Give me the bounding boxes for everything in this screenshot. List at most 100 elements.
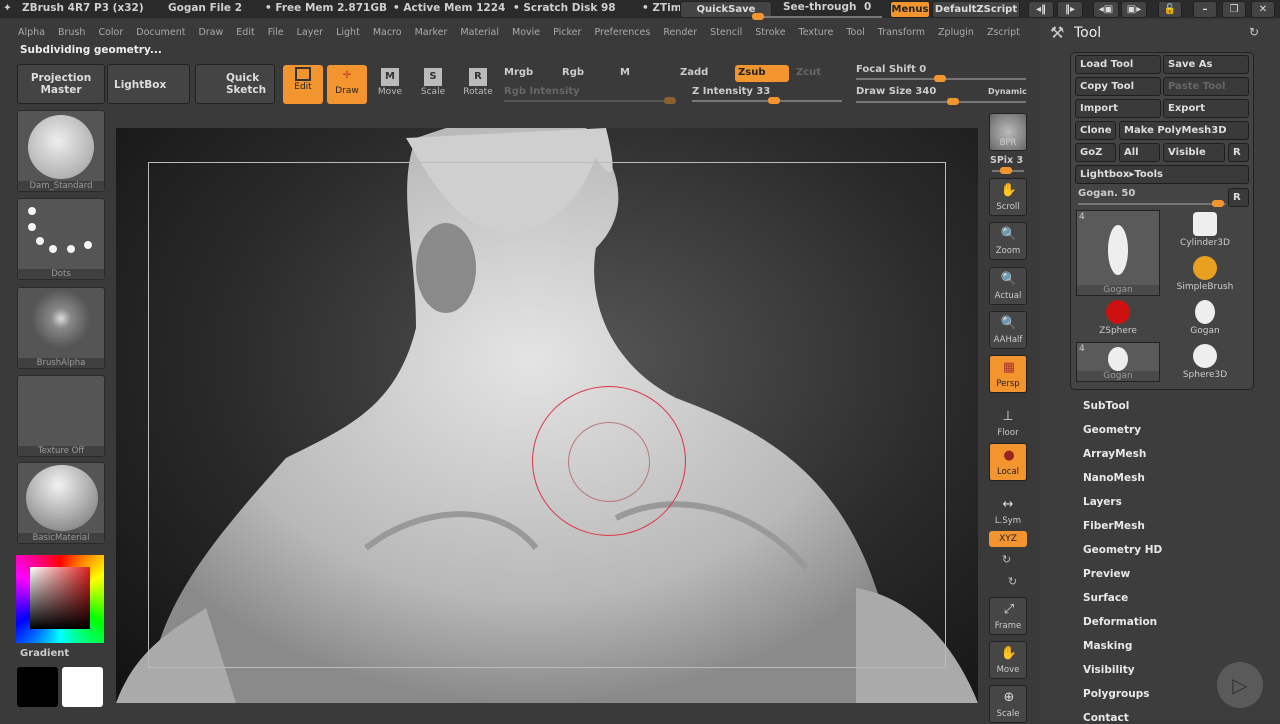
menu-preferences[interactable]: Preferences	[594, 24, 650, 42]
brush-selector[interactable]: Dam_Standard	[17, 110, 105, 192]
tool-thumb-gogan[interactable]: 4 Gogan	[1076, 342, 1160, 382]
secondary-color-swatch[interactable]	[17, 667, 58, 707]
alpha-selector[interactable]: BrushAlpha	[17, 287, 105, 369]
restore-icon[interactable]: ❐	[1222, 1, 1246, 18]
zcut-button[interactable]: Zcut	[796, 67, 821, 78]
close-icon[interactable]: ✕	[1251, 1, 1275, 18]
load-tool-button[interactable]: Load Tool	[1075, 55, 1161, 74]
mrgb-button[interactable]: Mrgb	[504, 67, 533, 78]
color-picker[interactable]	[16, 555, 104, 643]
subpalette-contact[interactable]: Contact	[1083, 712, 1129, 724]
move-view-button[interactable]: ✋ Move	[989, 641, 1027, 679]
refresh-icon[interactable]: ↻	[1249, 25, 1259, 39]
default-zscript-button[interactable]: DefaultZScript	[932, 1, 1020, 18]
menu-render[interactable]: Render	[663, 24, 697, 42]
menu-texture[interactable]: Texture	[799, 24, 834, 42]
subpalette-geometry[interactable]: Geometry	[1083, 424, 1141, 436]
menu-zplugin[interactable]: Zplugin	[938, 24, 974, 42]
spix-slider[interactable]	[992, 167, 1024, 174]
move-button[interactable]: M Move	[370, 66, 410, 104]
lightbox-button[interactable]: LightBox	[107, 64, 190, 104]
menu-alpha[interactable]: Alpha	[18, 24, 45, 42]
tool-thumb-gogan[interactable]: 4 Gogan	[1076, 210, 1160, 296]
prev-layout-icon[interactable]: ◂▣	[1093, 1, 1119, 18]
zoom-button[interactable]: 🔍 Zoom	[989, 222, 1027, 260]
rotate-y-icon[interactable]: ↻	[1002, 553, 1011, 566]
menu-edit[interactable]: Edit	[236, 24, 254, 42]
menu-tool[interactable]: Tool	[846, 24, 864, 42]
xyz-button[interactable]: XYZ	[989, 531, 1027, 547]
actual-button[interactable]: 🔍 Actual	[989, 267, 1027, 305]
menu-marker[interactable]: Marker	[415, 24, 448, 42]
subpalette-masking[interactable]: Masking	[1083, 640, 1132, 652]
persp-button[interactable]: ▦ Persp	[989, 355, 1027, 393]
scale-view-button[interactable]: ⊕ Scale	[989, 685, 1027, 723]
menu-document[interactable]: Document	[136, 24, 185, 42]
menu-light[interactable]: Light	[336, 24, 360, 42]
edit-button[interactable]: Edit	[283, 65, 323, 104]
tool-thumb-zsphere[interactable]: ZSphere	[1076, 298, 1160, 340]
subpalette-polygroups[interactable]: Polygroups	[1083, 688, 1150, 700]
subpalette-visibility[interactable]: Visibility	[1083, 664, 1135, 676]
copy-tool-button[interactable]: Copy Tool	[1075, 77, 1161, 96]
next-layout-icon[interactable]: ▣▸	[1121, 1, 1147, 18]
rotate-z-icon[interactable]: ↻	[1008, 575, 1017, 588]
lightbox-tools-button[interactable]: Lightbox▸Tools	[1075, 165, 1249, 184]
goz-visible-button[interactable]: Visible	[1163, 143, 1225, 162]
lsym-button[interactable]: ↔ L.Sym	[989, 493, 1027, 531]
quick-sketch-button[interactable]: Quick Sketch	[195, 64, 275, 104]
rgb-intensity-slider[interactable]	[504, 97, 676, 104]
focal-shift-slider[interactable]	[856, 75, 1026, 82]
frame-button[interactable]: ⤢ Frame	[989, 597, 1027, 635]
tool-slider[interactable]	[1078, 200, 1226, 207]
menu-movie[interactable]: Movie	[512, 24, 540, 42]
paste-tool-button[interactable]: Paste Tool	[1163, 77, 1249, 96]
subpalette-arraymesh[interactable]: ArrayMesh	[1083, 448, 1146, 460]
subpalette-deformation[interactable]: Deformation	[1083, 616, 1157, 628]
texture-selector[interactable]: Texture Off	[17, 375, 105, 457]
menu-color[interactable]: Color	[98, 24, 123, 42]
stroke-selector[interactable]: Dots	[17, 198, 105, 280]
minimize-icon[interactable]: –	[1193, 1, 1217, 18]
menu-transform[interactable]: Transform	[878, 24, 925, 42]
goz-button[interactable]: GoZ	[1075, 143, 1116, 162]
aahalf-button[interactable]: 🔍 AAHalf	[989, 311, 1027, 349]
make-polymesh3d-button[interactable]: Make PolyMesh3D	[1119, 121, 1249, 140]
local-button[interactable]: ● Local	[989, 443, 1027, 481]
tool-r-button[interactable]: R	[1228, 188, 1249, 207]
save-as-button[interactable]: Save As	[1163, 55, 1249, 74]
menus-button[interactable]: Menus	[890, 1, 930, 18]
m-button[interactable]: M	[620, 67, 630, 78]
subpalette-geometry-hd[interactable]: Geometry HD	[1083, 544, 1162, 556]
lock-icon[interactable]: 🔓	[1158, 1, 1182, 18]
menu-stencil[interactable]: Stencil	[710, 24, 742, 42]
tool-thumb-simplebrush[interactable]: SimpleBrush	[1163, 254, 1247, 296]
menu-layer[interactable]: Layer	[297, 24, 324, 42]
menu-file[interactable]: File	[268, 24, 284, 42]
tool-thumb-sphere3d[interactable]: Sphere3D	[1163, 342, 1247, 384]
color-sv-square[interactable]	[30, 567, 90, 629]
projection-master-button[interactable]: Projection Master	[17, 64, 105, 104]
bpr-button[interactable]: BPR	[989, 113, 1027, 151]
export-button[interactable]: Export	[1163, 99, 1249, 118]
import-button[interactable]: Import	[1075, 99, 1161, 118]
z-intensity-slider[interactable]	[692, 97, 842, 104]
menu-macro[interactable]: Macro	[373, 24, 402, 42]
zadd-button[interactable]: Zadd	[680, 67, 708, 78]
zsub-button[interactable]: Zsub	[735, 65, 789, 82]
menu-material[interactable]: Material	[460, 24, 499, 42]
menu-brush[interactable]: Brush	[58, 24, 85, 42]
material-selector[interactable]: BasicMaterial	[17, 462, 105, 544]
goz-all-button[interactable]: All	[1119, 143, 1160, 162]
goz-r-button[interactable]: R	[1228, 143, 1249, 162]
scroll-button[interactable]: ✋ Scroll	[989, 178, 1027, 216]
tool-thumb-cylinder3d[interactable]: Cylinder3D	[1163, 210, 1247, 252]
subpalette-surface[interactable]: Surface	[1083, 592, 1128, 604]
draw-size-slider[interactable]	[856, 98, 1026, 105]
see-through-slider[interactable]	[752, 13, 882, 20]
menu-zscript[interactable]: Zscript	[987, 24, 1020, 42]
subpalette-nanomesh[interactable]: NanoMesh	[1083, 472, 1145, 484]
clone-button[interactable]: Clone	[1075, 121, 1116, 140]
draw-button[interactable]: ✛ Draw	[327, 65, 367, 104]
main-color-swatch[interactable]	[62, 667, 103, 707]
